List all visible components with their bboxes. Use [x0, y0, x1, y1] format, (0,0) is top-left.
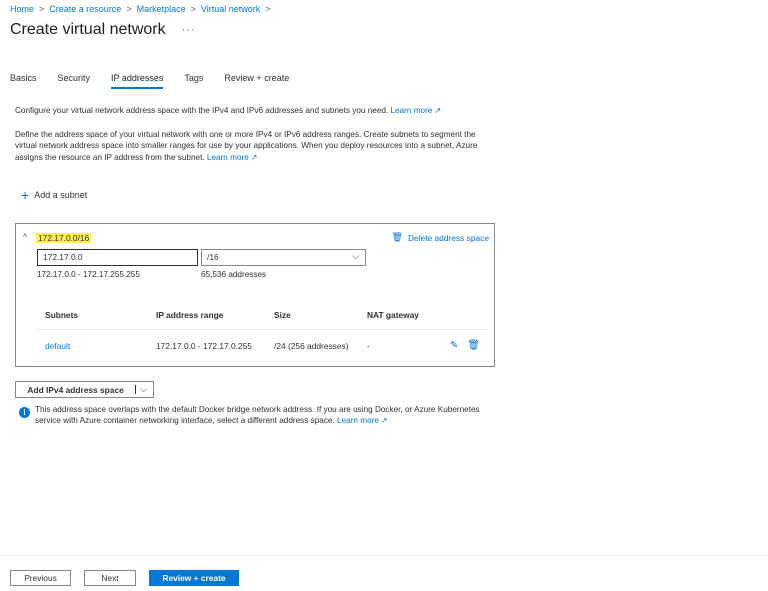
- row-actions: ✎ 🗑: [450, 340, 489, 351]
- breadcrumb: Home > Create a resource > Marketplace >…: [10, 4, 276, 14]
- add-ipv4-address-space-button[interactable]: Add IPv4 address space ⌵: [15, 381, 154, 398]
- plus-icon: +: [21, 187, 30, 203]
- breadcrumb-virtual-network[interactable]: Virtual network: [201, 4, 260, 14]
- add-subnet-button[interactable]: + Add a subnet: [21, 187, 88, 203]
- page-title-bar: Create virtual network ···: [10, 21, 196, 39]
- page-title: Create virtual network: [10, 21, 166, 38]
- column-header-ip-range: IP address range: [156, 310, 224, 320]
- split-divider: [135, 385, 137, 394]
- more-options-icon[interactable]: ···: [182, 24, 196, 36]
- column-header-size: Size: [274, 310, 291, 320]
- external-link-icon: ↗: [250, 152, 258, 162]
- tab-review-create[interactable]: Review + create: [224, 73, 289, 89]
- address-range-text: 172.17.0.0 - 172.17.255.255: [37, 270, 140, 279]
- external-link-icon: ↗: [434, 106, 442, 115]
- trash-icon[interactable]: 🗑: [467, 340, 480, 351]
- address-space-cidr: 172.17.0.0/16: [36, 233, 92, 243]
- learn-more-link[interactable]: Learn more: [390, 106, 432, 115]
- chevron-down-icon[interactable]: ⌵: [140, 384, 147, 395]
- chevron-right-icon: >: [126, 4, 132, 14]
- column-header-subnets: Subnets: [45, 310, 79, 320]
- subnet-size: /24 (256 addresses): [274, 341, 349, 351]
- learn-more-link[interactable]: Learn more: [337, 416, 379, 425]
- breadcrumb-home[interactable]: Home: [10, 4, 34, 14]
- tab-security[interactable]: Security: [58, 73, 91, 89]
- breadcrumb-create-resource[interactable]: Create a resource: [49, 4, 121, 14]
- subnet-nat-gateway: -: [367, 341, 370, 351]
- chevron-right-icon: >: [39, 4, 45, 14]
- divider: [36, 329, 489, 330]
- add-subnet-label: Add a subnet: [34, 190, 88, 200]
- chevron-right-icon: >: [265, 4, 271, 14]
- trash-icon: 🗑: [391, 232, 403, 242]
- chevron-up-icon[interactable]: ^: [23, 232, 27, 242]
- previous-button[interactable]: Previous: [10, 570, 71, 586]
- address-prefix-dropdown[interactable]: /16 ⌵: [201, 249, 366, 266]
- tab-tags[interactable]: Tags: [184, 73, 203, 89]
- delete-address-space-button[interactable]: 🗑 Delete address space: [392, 232, 489, 243]
- address-space-description: Define the address space of your virtual…: [15, 129, 495, 163]
- divider: [36, 361, 489, 362]
- info-text: This address space overlaps with the def…: [35, 405, 480, 426]
- intro-paragraph: Configure your virtual network address s…: [15, 105, 495, 116]
- starting-address-input[interactable]: 172.17.0.0: [37, 249, 198, 266]
- address-count-text: 65,536 addresses: [201, 270, 267, 279]
- footer-divider: [0, 555, 768, 556]
- info-icon: i: [19, 407, 30, 418]
- breadcrumb-marketplace[interactable]: Marketplace: [137, 4, 186, 14]
- review-create-button[interactable]: Review + create: [149, 570, 239, 586]
- add-ipv4-address-space-label: Add IPv4 address space: [27, 384, 124, 395]
- delete-address-space-label: Delete address space: [407, 232, 489, 243]
- wizard-tabs: Basics Security IP addresses Tags Review…: [10, 73, 310, 89]
- edit-icon[interactable]: ✎: [450, 340, 458, 351]
- subnet-ip-range: 172.17.0.0 - 172.17.0.255: [156, 341, 252, 351]
- subnet-name-link[interactable]: default: [45, 341, 70, 351]
- tab-basics[interactable]: Basics: [10, 73, 37, 89]
- intro-text: Configure your virtual network address s…: [15, 106, 389, 115]
- info-message-body: This address space overlaps with the def…: [35, 404, 489, 427]
- column-header-nat-gateway: NAT gateway: [367, 310, 419, 320]
- address-space-card: ^ 172.17.0.0/16 🗑 Delete address space 1…: [15, 223, 495, 367]
- prefix-value: /16: [207, 252, 219, 262]
- tab-ip-addresses[interactable]: IP addresses: [111, 73, 164, 89]
- overlap-info-message: i This address space overlaps with the d…: [19, 404, 489, 427]
- external-link-icon: ↗: [380, 416, 388, 426]
- chevron-right-icon: >: [190, 4, 196, 14]
- chevron-down-icon: ⌵: [352, 251, 359, 261]
- next-button[interactable]: Next: [84, 570, 136, 586]
- learn-more-link[interactable]: Learn more: [207, 153, 249, 162]
